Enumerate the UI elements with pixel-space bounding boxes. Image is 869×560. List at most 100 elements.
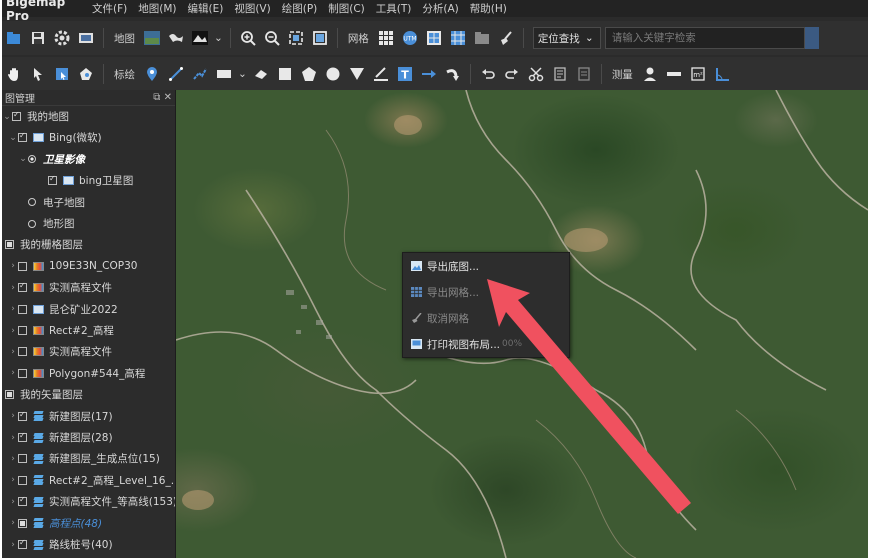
layer-checkbox[interactable] xyxy=(18,518,27,528)
measure-angle-icon[interactable] xyxy=(710,62,734,86)
expand-chevron-icon[interactable]: › xyxy=(8,454,18,464)
open-icon[interactable] xyxy=(2,26,26,50)
layer-checkbox[interactable] xyxy=(18,131,27,143)
grid-icon[interactable] xyxy=(374,26,398,50)
layer-tree-row[interactable]: › 109E33N_COP30 xyxy=(2,256,175,277)
layer-tree-row[interactable]: › 路线桩号(40) xyxy=(2,534,175,555)
float-panel-icon[interactable]: ⧉ xyxy=(153,92,160,103)
layer-checkbox[interactable] xyxy=(18,475,27,485)
layer-tree-row[interactable]: › 实测高程文件 xyxy=(2,277,175,298)
locate-dropdown[interactable]: 定位查找 ⌄ xyxy=(532,27,601,49)
layer-checkbox[interactable] xyxy=(12,110,21,121)
chevron-down-icon[interactable]: ⌄ xyxy=(238,68,247,80)
full-extent-icon[interactable] xyxy=(308,26,332,50)
layer-tree-row[interactable]: ›高程点_生成点位(94) xyxy=(2,555,175,558)
expand-chevron-icon[interactable]: › xyxy=(8,283,18,293)
save-icon[interactable] xyxy=(26,26,50,50)
polyline-icon[interactable] xyxy=(188,62,212,86)
expand-chevron-icon[interactable]: › xyxy=(8,304,18,314)
expand-chevron-icon[interactable]: ⌄ xyxy=(8,133,18,143)
layer-checkbox[interactable] xyxy=(18,495,27,507)
layer-radio[interactable] xyxy=(28,198,36,207)
placemark-icon[interactable] xyxy=(140,62,164,86)
curved-arrow-icon[interactable] xyxy=(441,62,465,86)
broom-icon[interactable] xyxy=(494,26,518,50)
square-icon[interactable] xyxy=(273,62,297,86)
expand-chevron-icon[interactable]: › xyxy=(8,518,18,528)
layer-tree-row[interactable]: › 实测高程文件_等高线(153) xyxy=(2,491,175,512)
zoom-out-icon[interactable] xyxy=(260,26,284,50)
menu-edit[interactable]: 编辑(E) xyxy=(188,1,224,16)
expand-chevron-icon[interactable]: › xyxy=(8,540,18,550)
search-input[interactable] xyxy=(604,27,805,49)
layer-tree-row[interactable]: 电子地图 xyxy=(2,192,175,213)
measure-distance-icon[interactable] xyxy=(662,62,686,86)
expand-chevron-icon[interactable]: › xyxy=(8,368,18,378)
custom-grid-icon[interactable] xyxy=(446,26,470,50)
layer-tree-row[interactable]: › Rect#2_高程 xyxy=(2,320,175,341)
layer-checkbox[interactable] xyxy=(18,261,27,271)
text-icon[interactable]: T xyxy=(393,62,417,86)
polygon-select-icon[interactable] xyxy=(74,62,98,86)
satellite-map-icon[interactable] xyxy=(140,26,164,50)
menu-analysis[interactable]: 分析(A) xyxy=(422,1,458,16)
pan-hand-icon[interactable] xyxy=(2,62,26,86)
menu-view[interactable]: 视图(V) xyxy=(234,1,270,16)
layer-checkbox[interactable] xyxy=(18,304,27,314)
line-icon[interactable] xyxy=(164,62,188,86)
layer-radio[interactable] xyxy=(28,219,36,228)
chevron-down-icon[interactable]: ⌄ xyxy=(214,32,223,44)
layer-checkbox[interactable] xyxy=(5,240,14,250)
arrow-right-icon[interactable] xyxy=(417,62,441,86)
terrain-map-icon[interactable] xyxy=(188,26,212,50)
zoom-in-icon[interactable] xyxy=(236,26,260,50)
circle-icon[interactable] xyxy=(321,62,345,86)
export-grid-item[interactable]: 导出网格... xyxy=(403,279,569,305)
layer-tree-row[interactable]: › 新建图层_生成点位(15) xyxy=(2,448,175,469)
measure-point-icon[interactable] xyxy=(638,62,662,86)
folder-icon[interactable] xyxy=(470,26,494,50)
layer-tree-row[interactable]: 我的矢量图层 xyxy=(2,384,175,405)
menu-help[interactable]: 帮助(H) xyxy=(470,1,507,16)
close-icon[interactable]: ✕ xyxy=(164,92,172,103)
box-select-icon[interactable] xyxy=(50,62,74,86)
layer-tree-row[interactable]: › 高程点(48) xyxy=(2,513,175,534)
layer-checkbox[interactable] xyxy=(5,390,14,400)
rectangle-icon[interactable] xyxy=(212,62,236,86)
layer-tree-row[interactable]: bing卫星图 xyxy=(2,170,175,191)
cancel-grid-item[interactable]: 取消网格 xyxy=(403,305,569,331)
layer-checkbox[interactable] xyxy=(18,368,27,378)
layer-tree-row[interactable]: › 新建图层(17) xyxy=(2,406,175,427)
expand-chevron-icon[interactable]: › xyxy=(8,326,18,336)
layer-checkbox[interactable] xyxy=(48,174,57,186)
layer-checkbox[interactable] xyxy=(18,454,27,464)
screen-icon[interactable] xyxy=(74,26,98,50)
export-basemap-item[interactable]: 导出底图... xyxy=(403,253,569,279)
undo-icon[interactable] xyxy=(476,62,500,86)
layer-checkbox[interactable] xyxy=(18,347,27,357)
layer-tree-row[interactable]: › 新建图层(28) xyxy=(2,427,175,448)
world-map-icon[interactable] xyxy=(164,26,188,50)
utm-grid-icon[interactable]: UTM xyxy=(398,26,422,50)
menu-draw[interactable]: 绘图(P) xyxy=(282,1,318,16)
menu-map[interactable]: 地图(M) xyxy=(138,1,176,16)
sector-icon[interactable] xyxy=(345,62,369,86)
layer-tree-row[interactable]: › Polygon#544_高程 xyxy=(2,363,175,384)
expand-chevron-icon[interactable]: › xyxy=(8,411,18,421)
expand-chevron-icon[interactable]: › xyxy=(8,497,18,507)
expand-chevron-icon[interactable]: › xyxy=(8,433,18,443)
print-layout-item[interactable]: 打印视图布局... 00% xyxy=(403,331,569,357)
fit-extent-icon[interactable] xyxy=(284,26,308,50)
layer-checkbox[interactable] xyxy=(18,538,27,549)
layer-tree-row[interactable]: › 实测高程文件 xyxy=(2,341,175,362)
layer-tree-row[interactable]: › Rect#2_高程_Level_16_... xyxy=(2,470,175,491)
expand-chevron-icon[interactable]: › xyxy=(8,347,18,357)
eraser-icon[interactable] xyxy=(249,62,273,86)
layer-tree-row[interactable]: ⌄ Bing(微软) xyxy=(2,127,175,148)
layer-tree-row[interactable]: ⌄ 我的地图 xyxy=(2,106,175,127)
measure-area-icon[interactable]: m² xyxy=(686,62,710,86)
layer-tree-row[interactable]: › 昆仑矿业2022 xyxy=(2,299,175,320)
layer-checkbox[interactable] xyxy=(18,281,27,293)
layer-checkbox[interactable] xyxy=(18,410,27,421)
menu-file[interactable]: 文件(F) xyxy=(92,1,127,16)
